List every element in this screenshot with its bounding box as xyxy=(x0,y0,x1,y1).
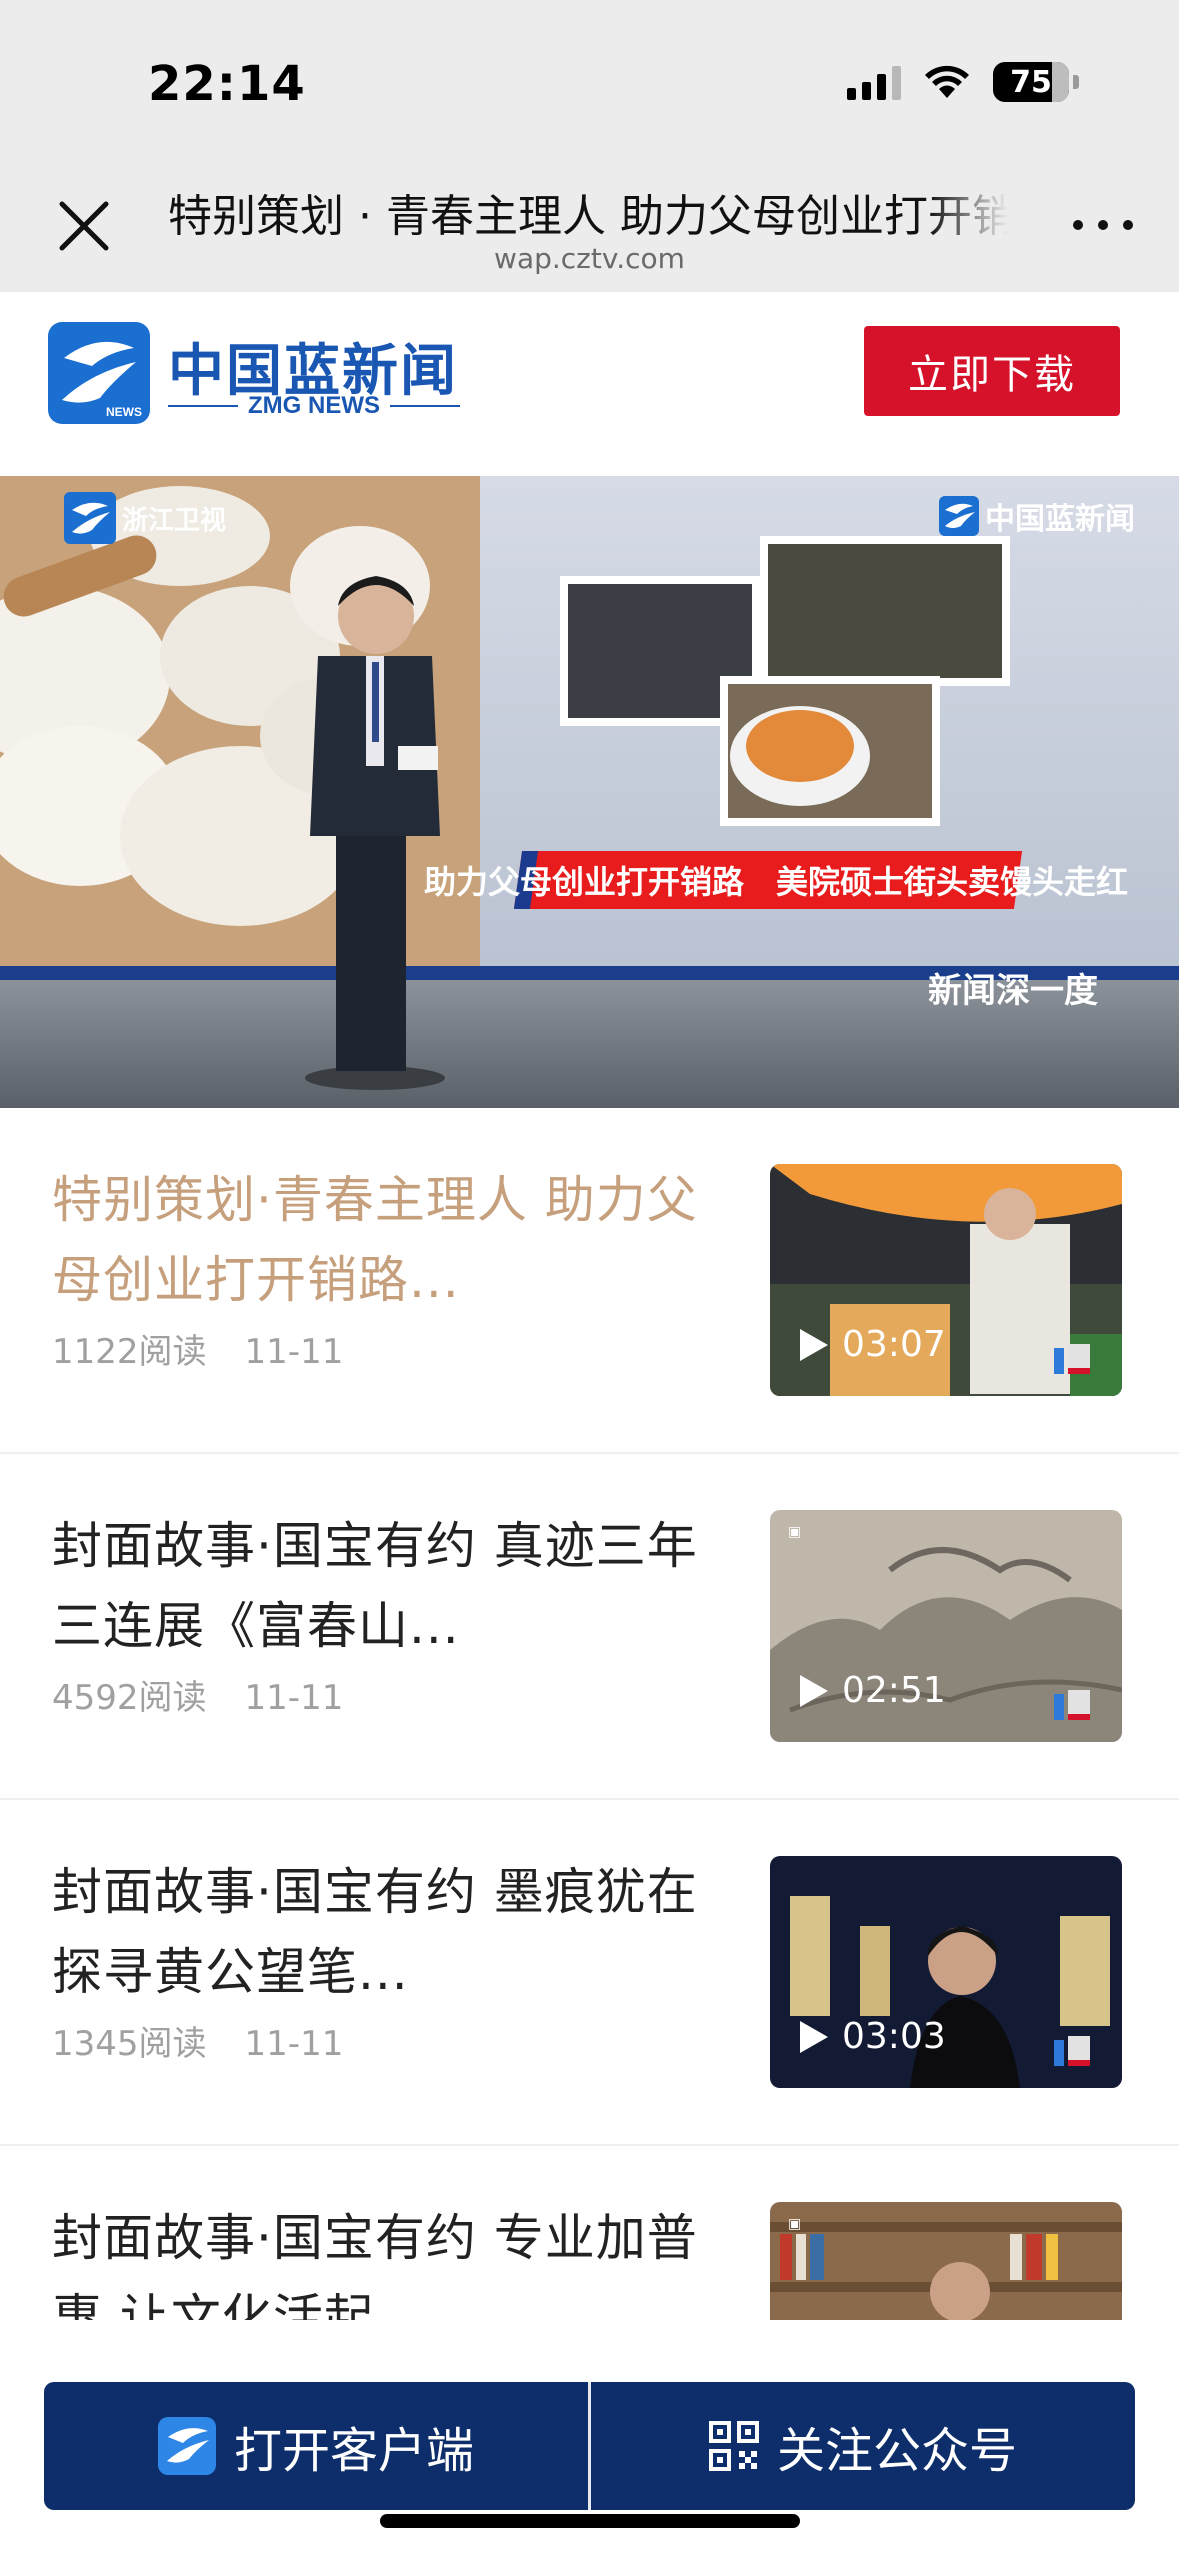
bottom-buttons: 打开客户端 关注公众号 xyxy=(44,2382,1135,2510)
zmg-watermark-icon xyxy=(939,496,979,536)
more-dot-icon xyxy=(1123,220,1133,230)
logo-subtitle-text: ZMG NEWS xyxy=(248,392,380,419)
thumbnail-watermark: ▣ xyxy=(788,1524,802,1540)
status-icons: 75 xyxy=(847,62,1079,102)
hero-watermark-left: 浙江卫视 xyxy=(64,492,226,544)
video-thumbnail[interactable]: 03:03 xyxy=(770,1856,1122,2088)
svg-text:NEWS: NEWS xyxy=(106,405,142,419)
hero-badge-text: 新闻深一度 xyxy=(928,971,1098,1011)
article-title[interactable]: 特别策划·青春主理人 助力父母创业打开销路... xyxy=(52,1160,732,1320)
article-list: 特别策划·青春主理人 助力父母创业打开销路... 1122阅读 11-11 03:… xyxy=(0,1108,1179,2492)
qr-code-icon xyxy=(708,2421,759,2471)
thumbnail-watermark: ▣ xyxy=(788,2216,802,2232)
status-bar: 22:14 75 xyxy=(0,0,1179,160)
list-item[interactable]: 封面故事·国宝有约 墨痕犹在 探寻黄公望笔... 1345阅读 11-11 03:… xyxy=(0,1800,1179,2146)
battery-level: 75 xyxy=(1010,64,1052,100)
video-duration: 02:51 xyxy=(800,1670,946,1711)
list-item[interactable]: 特别策划·青春主理人 助力父母创业打开销路... 1122阅读 11-11 03:… xyxy=(0,1108,1179,1454)
article-meta: 4592阅读 11-11 xyxy=(52,1670,343,1719)
logo-subtitle: ZMG NEWS xyxy=(168,392,460,420)
open-app-label: 打开客户端 xyxy=(233,2423,474,2479)
play-icon xyxy=(800,1674,828,1707)
page-title: 特别策划 · 青春主理人 助力父母创业打开销路 xyxy=(168,180,1008,240)
hero-video[interactable]: 浙江卫视 中国蓝新闻 助力父母创业打开销路 美院硕士街头卖馒头走红 新闻深一度 xyxy=(0,476,1179,1108)
read-count: 1345阅读 xyxy=(52,2024,207,2064)
video-thumbnail[interactable]: ▣ 02:51 xyxy=(770,1510,1122,1742)
article-date: 11-11 xyxy=(244,2024,344,2064)
hero-watermark-left-text: 浙江卫视 xyxy=(122,505,227,536)
battery-icon: 75 xyxy=(993,62,1069,102)
program-badge-icon xyxy=(1054,2036,1090,2066)
article-date: 11-11 xyxy=(244,1678,344,1718)
list-item[interactable]: 封面故事·国宝有约 真迹三年三连展《富春山... 4592阅读 11-11 ▣ 0… xyxy=(0,1454,1179,1800)
article-date: 11-11 xyxy=(244,1332,344,1372)
hero-watermark-right: 中国蓝新闻 xyxy=(939,494,1135,538)
zmg-logo-icon xyxy=(157,2417,216,2475)
article-meta: 1122阅读 11-11 xyxy=(52,1324,343,1373)
duration-text: 03:07 xyxy=(842,1324,946,1365)
cellular-signal-icon xyxy=(847,64,901,100)
video-duration: 03:07 xyxy=(800,1324,946,1365)
hero-watermark-right-text: 中国蓝新闻 xyxy=(985,502,1135,537)
status-time: 22:14 xyxy=(148,56,306,112)
duration-text: 03:03 xyxy=(842,2016,946,2057)
more-options-button[interactable] xyxy=(1067,200,1139,250)
play-icon xyxy=(800,1328,828,1361)
article-meta: 1345阅读 11-11 xyxy=(52,2016,343,2065)
divider xyxy=(588,2382,591,2510)
zmg-logo-icon: NEWS xyxy=(48,322,150,424)
article-title[interactable]: 封面故事·国宝有约 真迹三年三连展《富春山... xyxy=(52,1506,732,1666)
download-button[interactable]: 立即下载 xyxy=(864,326,1120,416)
follow-account-label: 关注公众号 xyxy=(776,2423,1017,2479)
video-duration: 03:03 xyxy=(800,2016,946,2057)
program-badge-icon xyxy=(1054,1344,1090,1374)
read-count: 4592阅读 xyxy=(52,1678,207,1718)
open-app-button[interactable]: 打开客户端 xyxy=(44,2382,588,2510)
hero-image xyxy=(0,476,1179,1108)
read-count: 1122阅读 xyxy=(52,1332,207,1372)
more-dot-icon xyxy=(1073,220,1083,230)
webview-header: 特别策划 · 青春主理人 助力父母创业打开销路 wap.cztv.com xyxy=(0,160,1179,292)
battery-cap xyxy=(1073,75,1079,89)
follow-account-button[interactable]: 关注公众号 xyxy=(591,2382,1135,2510)
duration-text: 02:51 xyxy=(842,1670,946,1711)
channel-logo-icon xyxy=(64,492,116,544)
program-badge-icon xyxy=(1054,1690,1090,1720)
play-icon xyxy=(800,2020,828,2053)
hero-caption: 助力父母创业打开销路 美院硕士街头卖馒头走红 xyxy=(424,851,1128,909)
app-download-banner: NEWS 中国蓝新闻 ZMG NEWS 立即下载 xyxy=(0,292,1179,476)
home-indicator[interactable] xyxy=(380,2514,800,2528)
more-dot-icon xyxy=(1098,220,1108,230)
wifi-icon xyxy=(925,65,969,98)
video-thumbnail[interactable]: 03:07 xyxy=(770,1164,1122,1396)
hero-program-badge: 新闻深一度 xyxy=(928,974,1098,1008)
page-url: wap.cztv.com xyxy=(494,242,685,275)
article-title[interactable]: 封面故事·国宝有约 墨痕犹在 探寻黄公望笔... xyxy=(52,1852,732,2012)
hero-caption-text: 助力父母创业打开销路 美院硕士街头卖馒头走红 xyxy=(424,863,1129,901)
